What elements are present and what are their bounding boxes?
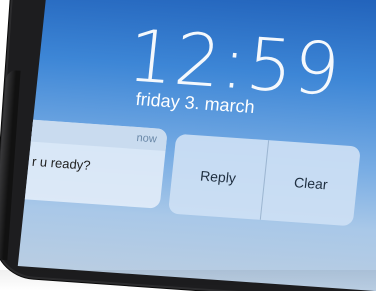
lock-screen: 12:59 friday 3. march now om: r u ready?… (17, 0, 376, 291)
notification-header: now (17, 117, 168, 152)
notification-message: om: r u ready? (18, 152, 92, 173)
photo-scene: 12:59 friday 3. march now om: r u ready?… (0, 0, 376, 291)
reply-button[interactable]: Reply (168, 134, 268, 220)
surface-shadow (0, 270, 376, 291)
notification-time: now (135, 132, 158, 146)
message-notification[interactable]: now om: r u ready? (17, 117, 168, 209)
clear-button[interactable]: Clear (259, 140, 361, 227)
notification-actions: Reply Clear (168, 133, 361, 227)
